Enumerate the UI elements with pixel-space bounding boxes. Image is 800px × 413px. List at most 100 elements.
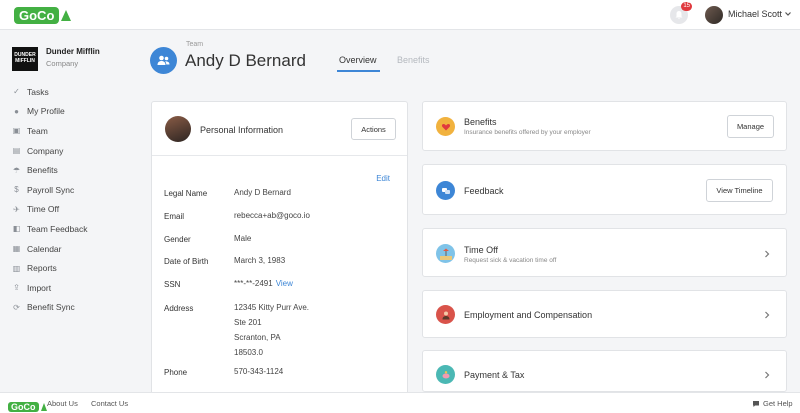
sidebar-item-label: Payroll Sync bbox=[27, 184, 75, 195]
sidebar-item-label: Benefit Sync bbox=[27, 302, 75, 313]
top-bar: GoCo 15 Michael Scott bbox=[0, 0, 800, 30]
tab-overview[interactable]: Overview bbox=[339, 55, 377, 65]
payment-tax-card[interactable]: Payment & Tax bbox=[422, 350, 787, 392]
company-switcher[interactable]: DUNDER MIFFLIN Dunder Mifflin Company bbox=[12, 47, 100, 71]
sidebar-item-label: Time Off bbox=[27, 204, 60, 215]
sidebar-item-my-profile[interactable]: ● My Profile bbox=[12, 102, 87, 122]
employment-title: Employment and Compensation bbox=[464, 310, 593, 320]
sidebar-item-label: Company bbox=[27, 145, 64, 156]
legal-name-label: Legal Name bbox=[164, 189, 208, 198]
get-help-link[interactable]: Get Help bbox=[752, 399, 793, 408]
sidebar-item-tasks[interactable]: ✓ Tasks bbox=[12, 82, 87, 102]
payment-tax-title: Payment & Tax bbox=[464, 370, 525, 380]
address-line: Ste 201 bbox=[234, 318, 262, 327]
beach-icon bbox=[436, 244, 455, 263]
footer-logo[interactable]: GoCo bbox=[8, 397, 47, 413]
sidebar-item-company[interactable]: ▤ Company bbox=[12, 141, 87, 161]
active-tab-indicator bbox=[337, 70, 380, 72]
time-off-subtitle: Request sick & vacation time off bbox=[464, 257, 557, 264]
sidebar-item-label: Benefits bbox=[27, 165, 58, 176]
manage-button[interactable]: Manage bbox=[727, 115, 774, 138]
edit-link[interactable]: Edit bbox=[376, 174, 390, 183]
card-title: Personal Information bbox=[200, 125, 284, 135]
dob-label: Date of Birth bbox=[164, 257, 209, 266]
logo-text: GoCo bbox=[14, 6, 60, 24]
contact-us-link[interactable]: Contact Us bbox=[91, 399, 128, 408]
dob-value: March 3, 1983 bbox=[234, 256, 286, 265]
employee-avatar bbox=[165, 116, 191, 142]
sync-icon: ⟳ bbox=[13, 302, 20, 312]
get-help-label: Get Help bbox=[763, 399, 793, 408]
sidebar-item-import[interactable]: ⇪ Import bbox=[12, 278, 87, 298]
address-label: Address bbox=[164, 304, 194, 313]
check-icon: ✓ bbox=[13, 87, 20, 97]
notifications-button[interactable]: 15 bbox=[670, 2, 692, 24]
gender-value: Male bbox=[234, 234, 252, 243]
phone-label: Phone bbox=[164, 368, 188, 377]
umbrella-icon: ☂ bbox=[12, 165, 21, 175]
user-name[interactable]: Michael Scott bbox=[728, 9, 782, 19]
sidebar-item-label: Reports bbox=[27, 263, 57, 274]
company-label: Company bbox=[46, 59, 79, 68]
chevron-right-icon bbox=[765, 250, 770, 258]
footer-logo-text: GoCo bbox=[8, 402, 39, 412]
actions-button[interactable]: Actions bbox=[351, 118, 396, 140]
time-off-title: Time Off bbox=[464, 245, 499, 255]
breadcrumb[interactable]: Team bbox=[186, 41, 203, 48]
sidebar-item-label: Import bbox=[27, 282, 52, 293]
about-us-link[interactable]: About Us bbox=[47, 399, 78, 408]
page-title: Andy D Bernard bbox=[185, 51, 306, 70]
address-line: 12345 Kitty Purr Ave. bbox=[234, 303, 310, 312]
benefits-title: Benefits bbox=[464, 117, 497, 127]
plane-icon: ✈ bbox=[13, 204, 20, 214]
bell-icon bbox=[675, 11, 683, 20]
ssn-view-link[interactable]: View bbox=[276, 279, 293, 288]
sidebar-item-team-feedback[interactable]: ◧ Team Feedback bbox=[12, 219, 88, 239]
bar-chart-icon: ▥ bbox=[12, 263, 21, 273]
sidebar-item-benefit-sync[interactable]: ⟳ Benefit Sync bbox=[12, 298, 87, 318]
employment-card[interactable]: Employment and Compensation bbox=[422, 290, 787, 338]
view-timeline-button[interactable]: View Timeline bbox=[706, 179, 773, 202]
divider bbox=[152, 155, 407, 156]
building-icon: ▤ bbox=[12, 146, 21, 156]
person-icon bbox=[436, 305, 455, 324]
goco-logo[interactable]: GoCo bbox=[14, 5, 72, 25]
users-icon bbox=[157, 55, 170, 65]
feedback-title: Feedback bbox=[464, 186, 504, 196]
chat-icon: ◧ bbox=[12, 224, 21, 234]
personal-information-card: Personal Information Actions Edit Legal … bbox=[151, 101, 408, 396]
company-name: Dunder Mifflin bbox=[46, 47, 100, 56]
email-label: Email bbox=[164, 212, 185, 221]
sidebar-item-benefits[interactable]: ☂ Benefits bbox=[12, 160, 87, 180]
sidebar-item-calendar[interactable]: ▦ Calendar bbox=[12, 239, 87, 259]
sidebar-item-payroll-sync[interactable]: $ Payroll Sync bbox=[12, 180, 87, 200]
calendar-icon: ▦ bbox=[12, 244, 21, 254]
team-icon: ▣ bbox=[12, 126, 21, 136]
tree-icon bbox=[40, 403, 47, 411]
sidebar-item-reports[interactable]: ▥ Reports bbox=[12, 258, 87, 278]
notification-badge: 15 bbox=[681, 2, 692, 11]
legal-name-value: Andy D Bernard bbox=[234, 188, 291, 197]
chevron-down-icon[interactable] bbox=[784, 10, 792, 18]
benefits-card: Benefits Insurance benefits offered by y… bbox=[422, 101, 787, 151]
user-circle-icon: ● bbox=[14, 106, 19, 116]
user-avatar[interactable] bbox=[705, 6, 723, 24]
address-value: 12345 Kitty Purr Ave. Ste 201 Scranton, … bbox=[234, 300, 309, 360]
tab-benefits[interactable]: Benefits bbox=[397, 55, 430, 65]
sidebar-item-time-off[interactable]: ✈ Time Off bbox=[12, 200, 87, 220]
team-avatar bbox=[150, 47, 177, 74]
email-value: rebecca+ab@goco.io bbox=[234, 211, 310, 220]
time-off-card[interactable]: Time Off Request sick & vacation time of… bbox=[422, 228, 787, 277]
chat-icon bbox=[753, 400, 759, 407]
address-line: 18503.0 bbox=[234, 348, 263, 357]
sidebar-item-team[interactable]: ▣ Team bbox=[12, 121, 87, 141]
sidebar-nav: ✓ Tasks ● My Profile ▣ Team ▤ Company ☂ Benef… bbox=[12, 82, 88, 318]
footer: GoCo About Us Contact Us Get Help bbox=[0, 392, 800, 413]
sidebar-item-label: My Profile bbox=[27, 106, 65, 117]
sidebar-item-label: Tasks bbox=[27, 86, 49, 97]
address-line: Scranton, PA bbox=[234, 333, 281, 342]
company-logo: DUNDER MIFFLIN bbox=[12, 47, 38, 71]
chevron-right-icon bbox=[765, 311, 770, 319]
chevron-right-icon bbox=[765, 371, 770, 379]
sidebar: DUNDER MIFFLIN Dunder Mifflin Company ✓ T… bbox=[0, 30, 130, 390]
